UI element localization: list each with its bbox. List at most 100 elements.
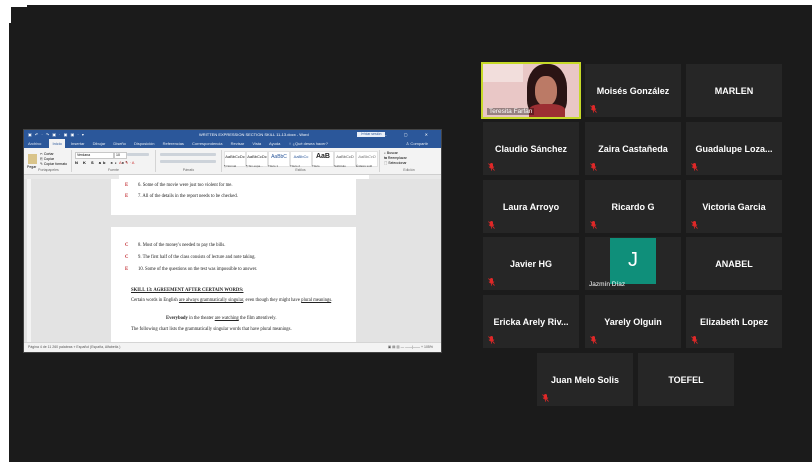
- skill-heading: SKILL 13: AGREEMENT AFTER CERTAIN WORDS:: [131, 288, 244, 293]
- word-status-bar: Página 4 de 11 260 palabras ⌖ Español (E…: [24, 342, 441, 352]
- tab-inicio[interactable]: Inicio: [49, 139, 65, 148]
- participant-tile[interactable]: Ericka Arely Riv...: [483, 295, 579, 348]
- cut-button[interactable]: ✂ Cortar: [40, 152, 54, 156]
- participant-name: Zaira Castañeda: [598, 143, 668, 154]
- paragraph-chart-intro: The following chart lists the grammatica…: [131, 327, 292, 332]
- video-person-face: [535, 76, 557, 106]
- mic-muted-icon: [691, 163, 698, 171]
- mic-muted-icon: [488, 221, 495, 229]
- participant-tile[interactable]: ANABEL: [686, 237, 782, 290]
- answer-item: E 6. Some of the movie were just too viol…: [125, 183, 233, 188]
- mic-muted-icon: [590, 105, 597, 113]
- document-page[interactable]: C 8. Most of the money's needed to pay th…: [111, 227, 356, 343]
- participant-tile[interactable]: Juan Melo Solis: [537, 353, 633, 406]
- meeting-window: ▣ ↶ · ↷ ▣ · ▣ ▣ · ▾ WRITTEN EXPRESSION S…: [9, 5, 812, 462]
- window-corner-marker: [9, 5, 27, 23]
- mic-muted-icon: [691, 221, 698, 229]
- ribbon-home: Pegar ✂ Cortar ⎘ Copiar ✎ Copiar formato…: [24, 148, 441, 175]
- vertical-ruler: [27, 179, 31, 343]
- participant-tile[interactable]: Guadalupe Loza...: [686, 122, 782, 175]
- font-name-select[interactable]: Verdana: [75, 152, 114, 159]
- replace-button[interactable]: ⇆ Reemplazar: [384, 156, 407, 160]
- participant-name: Jazmín Díaz: [589, 281, 626, 288]
- participant-tile[interactable]: Ricardo G: [585, 180, 681, 233]
- group-font: Verdana 10 N K S ab x₂ x² A · ✎ · A Fuen…: [72, 150, 156, 172]
- paragraph-label: Párrafo: [182, 168, 195, 172]
- tell-me-search[interactable]: ♀ ¿Qué desea hacer?: [288, 141, 327, 146]
- example-sentence: Everybody in the theater are watching th…: [166, 316, 277, 321]
- participant-tile[interactable]: Teresita Farfán: [481, 62, 581, 119]
- group-clipboard: Pegar ✂ Cortar ⎘ Copiar ✎ Copiar formato…: [26, 150, 72, 172]
- participant-tile[interactable]: Laura Arroyo: [483, 180, 579, 233]
- answer-item: C 9. The first half of the class consists…: [125, 255, 256, 260]
- align-buttons[interactable]: [160, 160, 216, 163]
- group-editing: ⌕ Buscar ⇆ Reemplazar ⬚ Seleccionar Edic…: [380, 150, 438, 172]
- font-color-icon[interactable]: A · ✎ · A: [119, 160, 134, 165]
- mic-muted-icon: [590, 221, 597, 229]
- answer-item: C 8. Most of the money's needed to pay th…: [125, 243, 226, 248]
- find-button[interactable]: ⌕ Buscar: [384, 151, 398, 155]
- document-title: WRITTEN EXPRESSION SECTION SKILL 11-13.d…: [199, 132, 309, 137]
- participant-name: Guadalupe Loza...: [695, 143, 773, 154]
- participant-tile[interactable]: Claudio Sánchez: [483, 122, 579, 175]
- mic-muted-icon: [691, 336, 698, 344]
- video-person-shirt: [529, 104, 565, 117]
- tab-diseno[interactable]: Diseño: [113, 141, 125, 146]
- participant-name: Yarely Olguin: [604, 316, 662, 327]
- mic-muted-icon: [542, 394, 549, 402]
- tab-ayuda[interactable]: Ayuda: [269, 141, 280, 146]
- video-background: [483, 64, 523, 82]
- share-button[interactable]: ♙ Compartir: [406, 139, 428, 148]
- styles-label: Estilos: [295, 168, 306, 172]
- participant-name: Javier HG: [509, 258, 553, 269]
- participant-name: ANABEL: [715, 258, 753, 269]
- tab-vista[interactable]: Vista: [252, 141, 261, 146]
- mic-muted-icon: [488, 278, 495, 286]
- participant-name: Laura Arroyo: [502, 201, 560, 212]
- participant-name: Teresita Farfán: [487, 108, 535, 115]
- tab-dibujar[interactable]: Dibujar: [93, 141, 106, 146]
- shared-screen-word[interactable]: ▣ ↶ · ↷ ▣ · ▣ ▣ · ▾ WRITTEN EXPRESSION S…: [24, 130, 441, 352]
- participant-tile[interactable]: Zaira Castañeda: [585, 122, 681, 175]
- copy-button[interactable]: ⎘ Copiar: [40, 157, 54, 161]
- tab-revisar[interactable]: Revisar: [231, 141, 245, 146]
- tab-archivo[interactable]: Archivo: [28, 141, 41, 146]
- quick-access-toolbar[interactable]: ▣ ↶ · ↷ ▣ · ▣ ▣ · ▾: [28, 132, 85, 137]
- tab-insertar[interactable]: Insertar: [71, 141, 85, 146]
- tab-referencias[interactable]: Referencias: [163, 141, 184, 146]
- list-buttons[interactable]: [160, 153, 216, 156]
- participant-tile[interactable]: Yarely Olguin: [585, 295, 681, 348]
- mic-muted-icon: [488, 163, 495, 171]
- participant-tile[interactable]: Elizabeth Lopez: [686, 295, 782, 348]
- window-controls[interactable]: ▭ — ▢ ✕: [362, 130, 436, 139]
- tab-correspondencia[interactable]: Correspondencia: [192, 141, 222, 146]
- participant-name: Elizabeth Lopez: [699, 316, 768, 327]
- tab-disposicion[interactable]: Disposición: [134, 141, 154, 146]
- group-styles: AaBbCcDc AaBbCcDc AaBbC AaBbCc AaB AaBbC…: [222, 150, 380, 172]
- format-painter-button[interactable]: ✎ Copiar formato: [40, 162, 67, 166]
- participant-name: MARLEN: [714, 85, 754, 96]
- font-label: Fuente: [108, 168, 119, 172]
- paste-icon: [28, 154, 37, 164]
- participant-name: Ericka Arely Riv...: [493, 316, 569, 327]
- zoom-controls[interactable]: ▣ ▤ ▥ — ——|—— + 105%: [388, 343, 433, 352]
- participant-tile[interactable]: Javier HG: [483, 237, 579, 290]
- document-canvas[interactable]: E 6. Some of the movie were just too viol…: [24, 179, 441, 343]
- clipboard-label: Portapapeles: [38, 168, 59, 172]
- font-grow-shrink-controls[interactable]: [127, 153, 149, 156]
- participant-tile[interactable]: J Jazmín Díaz: [585, 237, 681, 290]
- mic-muted-icon: [590, 163, 597, 171]
- mic-muted-icon: [488, 336, 495, 344]
- participant-tile[interactable]: TOEFEL: [638, 353, 734, 406]
- word-title-bar: ▣ ↶ · ↷ ▣ · ▣ ▣ · ▾ WRITTEN EXPRESSION S…: [24, 130, 441, 139]
- paragraph-rule: Certain words in English are always gram…: [131, 298, 333, 303]
- participant-name: Juan Melo Solis: [550, 374, 619, 385]
- participant-name: Ricardo G: [611, 201, 655, 212]
- font-size-select[interactable]: 10: [114, 152, 127, 159]
- participant-tile[interactable]: MARLEN: [686, 64, 782, 117]
- participant-tile[interactable]: Victoria Garcia: [686, 180, 782, 233]
- participant-name: Claudio Sánchez: [494, 143, 567, 154]
- document-page[interactable]: E 6. Some of the movie were just too viol…: [111, 179, 356, 215]
- select-button[interactable]: ⬚ Seleccionar: [384, 161, 407, 165]
- participant-tile[interactable]: Moisés González: [585, 64, 681, 117]
